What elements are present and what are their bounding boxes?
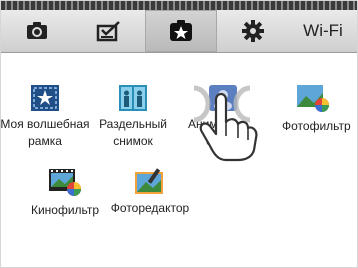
touch-hand-icon	[193, 85, 258, 162]
checklist-icon	[96, 21, 120, 42]
split-shot-label: Раздельный снимок	[99, 117, 167, 148]
mode-movie-filter[interactable]: Кинофильтр	[20, 168, 110, 219]
mode-magic-frame[interactable]: Моя волшебная рамка	[0, 84, 90, 150]
mode-photo-filter[interactable]: Фотофильтр	[268, 84, 358, 135]
tab-wifi[interactable]: Wi-Fi	[289, 10, 357, 52]
camera-icon	[27, 22, 47, 39]
magic-frame-icon	[31, 85, 59, 111]
movie-filter-icon	[49, 169, 81, 196]
photo-filter-icon	[297, 85, 329, 112]
photo-filter-label: Фотофильтр	[282, 119, 351, 133]
photo-editor-icon	[135, 168, 163, 194]
mode-split-shot[interactable]: Раздельный снимок	[88, 84, 178, 150]
star-icon	[170, 20, 192, 41]
magic-frame-label: Моя волшебная рамка	[0, 117, 90, 148]
tab-settings[interactable]	[217, 10, 289, 52]
mode-photo-editor[interactable]: Фоторедактор	[105, 168, 195, 217]
tab-bar: Wi-Fi	[1, 10, 357, 53]
movie-filter-label: Кинофильтр	[30, 203, 100, 217]
tab-camera[interactable]	[1, 10, 73, 52]
tab-checklist[interactable]	[73, 10, 145, 52]
wifi-label: Wi-Fi	[303, 21, 343, 40]
gear-icon	[242, 20, 264, 42]
tab-star[interactable]	[145, 10, 217, 52]
split-shot-icon	[119, 85, 147, 111]
photo-editor-label: Фоторедактор	[110, 201, 190, 215]
